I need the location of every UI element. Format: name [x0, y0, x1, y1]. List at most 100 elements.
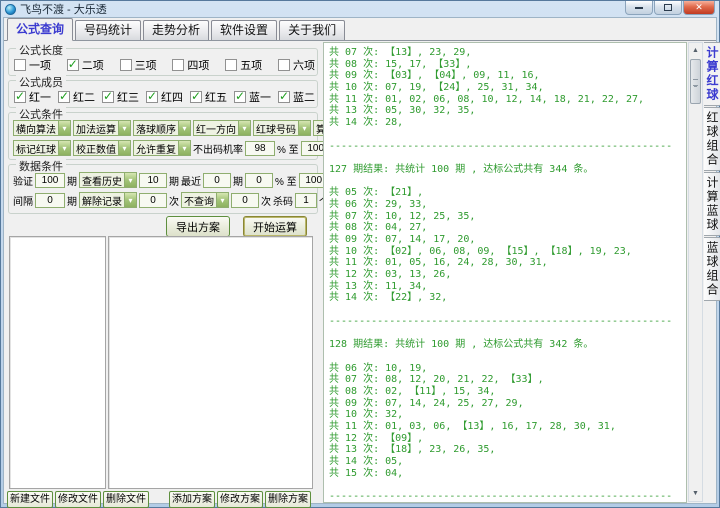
- checkbox-box[interactable]: [102, 91, 114, 103]
- checkbox-box[interactable]: [14, 59, 26, 71]
- checkbox-五项[interactable]: 五项: [225, 57, 262, 73]
- left-panel: 公式长度 一项二项三项四项五项六项 公式成员 红一红二红三红四红五蓝一蓝二 公式…: [5, 42, 321, 503]
- checkbox-label: 红五: [205, 89, 227, 105]
- side-tab-计算蓝球[interactable]: 计算蓝球: [704, 172, 720, 236]
- output-line: 128 期结果: 共统计 100 期 , 达标公式共有 342 条。: [329, 339, 686, 351]
- interval-input[interactable]: [35, 193, 65, 208]
- titlebar[interactable]: 飞鸟不渡 - 大乐透 ✕: [1, 1, 719, 17]
- checkbox-三项[interactable]: 三项: [120, 57, 157, 73]
- interval-label: 间隔: [13, 193, 33, 208]
- checkbox-蓝二[interactable]: 蓝二: [278, 89, 315, 105]
- condition-combos-row2: 标记红球▾校正数值▾允许重复▾ 不出码机率 % 至 %: [13, 140, 315, 156]
- output-line: 共 09 次: 07, 14, 17, 20,: [329, 234, 686, 246]
- tab-号码统计[interactable]: 号码统计: [75, 20, 141, 40]
- spacer: [151, 491, 169, 508]
- maximize-button[interactable]: [654, 1, 682, 15]
- action-buttons: 导出方案 开始运算: [166, 216, 307, 237]
- plan-button-添加方案[interactable]: 添加方案: [169, 491, 215, 508]
- checkbox-box[interactable]: [14, 91, 26, 103]
- record-input[interactable]: [139, 193, 167, 208]
- chevron-down-icon: ▾: [118, 141, 130, 155]
- plan-listbox[interactable]: [108, 236, 313, 489]
- result-output[interactable]: 共 07 次: 【13】, 23, 29,共 08 次: 15, 17, 【33…: [323, 42, 687, 503]
- export-plan-button[interactable]: 导出方案: [166, 216, 230, 237]
- plan-button-删除方案[interactable]: 删除方案: [265, 491, 311, 508]
- checkbox-label: 六项: [293, 57, 315, 73]
- checkbox-box[interactable]: [172, 59, 184, 71]
- dropdown-value: 允许重复: [134, 141, 178, 156]
- checkbox-二项[interactable]: 二项: [67, 57, 104, 73]
- group-title: 公式长度: [16, 42, 66, 58]
- checkbox-box[interactable]: [234, 91, 246, 103]
- checkbox-box[interactable]: [146, 91, 158, 103]
- history-dropdown[interactable]: 查看历史▾: [79, 172, 137, 188]
- close-button[interactable]: ✕: [683, 1, 715, 15]
- output-line: ----------------------------------------…: [329, 491, 686, 503]
- tab-公式查询[interactable]: 公式查询: [7, 18, 73, 41]
- checkbox-蓝一[interactable]: 蓝一: [234, 89, 271, 105]
- output-scrollbar[interactable]: ▲ ▼: [688, 42, 703, 502]
- file-button-新建文件[interactable]: 新建文件: [7, 491, 53, 508]
- dropdown-红球号码[interactable]: 红球号码▾: [253, 120, 311, 136]
- dropdown-红一方向[interactable]: 红一方向▾: [193, 120, 251, 136]
- minimize-button[interactable]: [625, 1, 653, 15]
- checkbox-红三[interactable]: 红三: [102, 89, 139, 105]
- dropdown-横向算法[interactable]: 横向算法▾: [13, 120, 71, 136]
- checkbox-box[interactable]: [225, 59, 237, 71]
- record-dropdown[interactable]: 解除记录▾: [79, 192, 137, 208]
- dropdown-校正数值[interactable]: 校正数值▾: [73, 140, 131, 156]
- kill-label: 杀码: [273, 193, 293, 208]
- query-dropdown[interactable]: 不查询▾: [181, 192, 229, 208]
- checkbox-红二[interactable]: 红二: [58, 89, 95, 105]
- dropdown-允许重复[interactable]: 允许重复▾: [133, 140, 191, 156]
- history-input[interactable]: [139, 173, 167, 188]
- scroll-down-icon[interactable]: ▼: [690, 487, 701, 500]
- dropdown-标记红球[interactable]: 标记红球▾: [13, 140, 71, 156]
- dropdown-落球顺序[interactable]: 落球顺序▾: [133, 120, 191, 136]
- dropdown-加法运算[interactable]: 加法运算▾: [73, 120, 131, 136]
- file-button-修改文件[interactable]: 修改文件: [55, 491, 101, 508]
- checkbox-六项[interactable]: 六项: [278, 57, 315, 73]
- checkbox-box[interactable]: [120, 59, 132, 71]
- side-tab-蓝球组合[interactable]: 蓝球组合: [704, 237, 720, 301]
- query-input[interactable]: [231, 193, 259, 208]
- output-line: 共 13 次: 【18】, 23, 26, 35,: [329, 444, 686, 456]
- checkbox-box[interactable]: [278, 59, 290, 71]
- tab-关于我们[interactable]: 关于我们: [279, 20, 345, 40]
- tab-软件设置[interactable]: 软件设置: [211, 20, 277, 40]
- rate-from-input[interactable]: [245, 141, 275, 156]
- scrollbar-thumb[interactable]: [690, 59, 701, 104]
- checkbox-红一[interactable]: 红一: [14, 89, 51, 105]
- checkbox-label: 二项: [82, 57, 104, 73]
- recent-input[interactable]: [203, 173, 231, 188]
- pct-from-input[interactable]: [245, 173, 273, 188]
- bottom-buttons: 新建文件修改文件删除文件 添加方案修改方案删除方案: [7, 491, 313, 508]
- checkbox-红五[interactable]: 红五: [190, 89, 227, 105]
- file-button-删除文件[interactable]: 删除文件: [103, 491, 149, 508]
- output-line: [329, 176, 686, 188]
- dropdown-value: 加法运算: [74, 121, 118, 136]
- output-line: 共 07 次: 10, 12, 25, 35,: [329, 211, 686, 223]
- times-label: 次: [169, 193, 179, 208]
- checkbox-四项[interactable]: 四项: [172, 57, 209, 73]
- side-tab-计算红球[interactable]: 计算红球: [704, 42, 720, 106]
- file-listbox[interactable]: [9, 236, 106, 489]
- tab-走势分析[interactable]: 走势分析: [143, 20, 209, 40]
- period-label: 期: [233, 173, 243, 188]
- verify-input[interactable]: [35, 173, 65, 188]
- checkbox-box[interactable]: [190, 91, 202, 103]
- dropdown-value: 红球号码: [254, 121, 298, 136]
- checkbox-红四[interactable]: 红四: [146, 89, 183, 105]
- chevron-down-icon: ▾: [124, 173, 136, 187]
- plan-button-修改方案[interactable]: 修改方案: [217, 491, 263, 508]
- side-tab-红球组合[interactable]: 红球组合: [704, 107, 720, 171]
- scroll-up-icon[interactable]: ▲: [690, 44, 701, 57]
- start-calc-button[interactable]: 开始运算: [243, 216, 307, 237]
- checkbox-box[interactable]: [67, 59, 79, 71]
- checkbox-label: 红一: [29, 89, 51, 105]
- rate-between-label: % 至: [277, 141, 299, 156]
- kill-input[interactable]: [295, 193, 317, 208]
- checkbox-box[interactable]: [58, 91, 70, 103]
- checkbox-一项[interactable]: 一项: [14, 57, 51, 73]
- checkbox-box[interactable]: [278, 91, 290, 103]
